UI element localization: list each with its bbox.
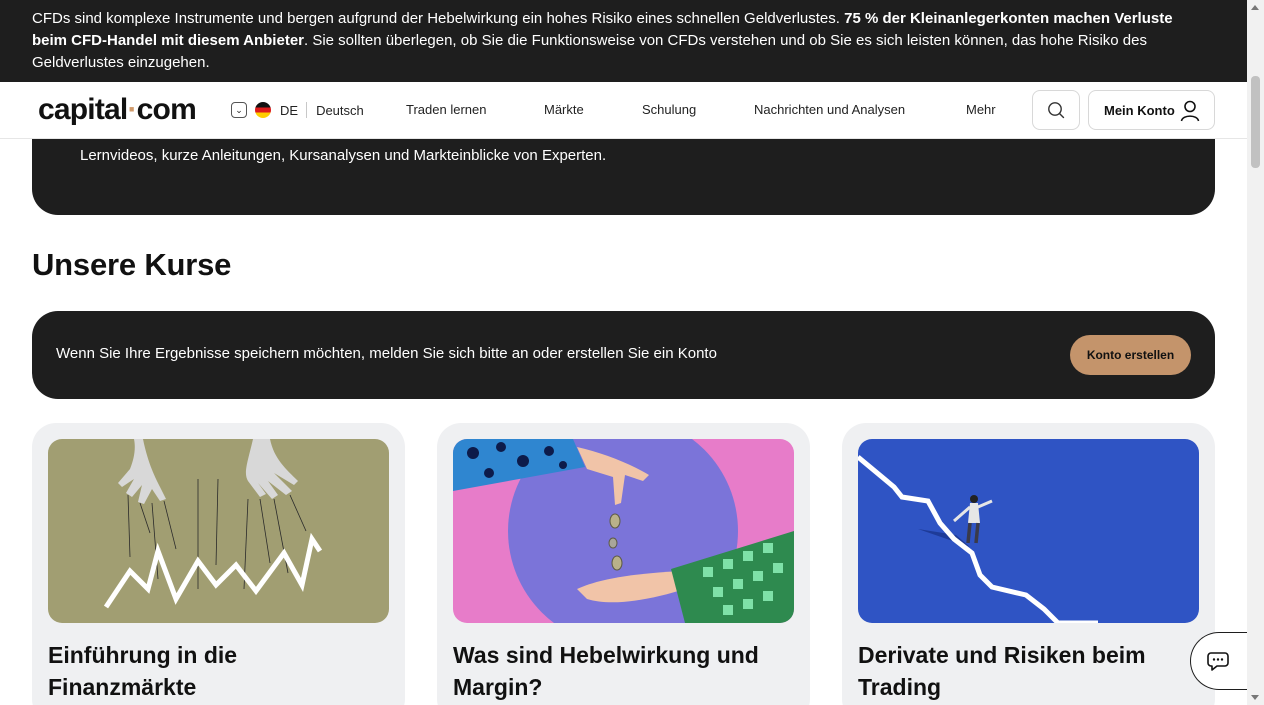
course-title-line: Trading bbox=[858, 674, 942, 700]
user-icon bbox=[1180, 100, 1200, 122]
capital-com-logo[interactable]: capital·com bbox=[38, 92, 197, 128]
nav-schulung[interactable]: Schulung bbox=[642, 102, 696, 117]
logo-dot: · bbox=[127, 93, 137, 126]
page-scrollbar[interactable] bbox=[1247, 0, 1264, 705]
nav-traden-lernen[interactable]: Traden lernen bbox=[406, 102, 486, 117]
course-title-line: Margin? bbox=[453, 674, 543, 700]
search-icon bbox=[1048, 102, 1065, 119]
logo-text-right: com bbox=[136, 93, 197, 126]
language-divider bbox=[306, 102, 308, 118]
hero-section: Lernvideos, kurze Anleitungen, Kursanaly… bbox=[32, 139, 1215, 215]
course-card[interactable]: Was sind Hebelwirkung und Margin? bbox=[437, 423, 810, 705]
my-account-button[interactable]: Mein Konto bbox=[1088, 90, 1215, 130]
language-selector[interactable]: ⌄ DE Deutsch bbox=[231, 101, 364, 119]
course-title-line: Einführung in die bbox=[48, 642, 238, 668]
my-account-label: Mein Konto bbox=[1104, 102, 1175, 118]
course-image-hands-coins[interactable] bbox=[453, 439, 794, 623]
section-title: Unsere Kurse bbox=[32, 247, 232, 282]
hero-description: Lernvideos, kurze Anleitungen, Kursanaly… bbox=[80, 147, 607, 164]
nav-maerkte[interactable]: Märkte bbox=[544, 102, 584, 117]
course-title[interactable]: Derivate und Risiken beim Trading bbox=[858, 639, 1198, 703]
nav-nachrichten-und-analysen[interactable]: Nachrichten und Analysen bbox=[754, 102, 905, 117]
course-title-line: Derivate und Risiken beim bbox=[858, 642, 1146, 668]
chevron-down-icon: ⌄ bbox=[231, 102, 247, 118]
search-button[interactable] bbox=[1032, 90, 1080, 130]
login-prompt-banner: Wenn Sie Ihre Ergebnisse speichern möcht… bbox=[32, 311, 1215, 399]
course-card[interactable]: Derivate und Risiken beim Trading bbox=[842, 423, 1215, 705]
course-card[interactable]: Einführung in die Finanzmärkte bbox=[32, 423, 405, 705]
login-prompt-text: Wenn Sie Ihre Ergebnisse speichern möcht… bbox=[56, 345, 717, 362]
course-image-balancing-person[interactable] bbox=[858, 439, 1199, 623]
create-account-button[interactable]: Konto erstellen bbox=[1070, 335, 1191, 375]
language-name: Deutsch bbox=[316, 102, 364, 118]
scroll-down-arrow-icon[interactable] bbox=[1251, 695, 1259, 700]
risk-text-start: CFDs sind komplexe Instrumente und berge… bbox=[32, 10, 845, 27]
site-header: capital·com ⌄ DE Deutsch Traden lernen M… bbox=[0, 82, 1247, 139]
scrollbar-thumb[interactable] bbox=[1251, 76, 1260, 168]
scroll-up-arrow-icon[interactable] bbox=[1251, 5, 1259, 10]
language-code: DE bbox=[280, 102, 299, 118]
chat-button[interactable] bbox=[1190, 632, 1248, 690]
course-title-line: Was sind Hebelwirkung und bbox=[453, 642, 759, 668]
nav-mehr[interactable]: Mehr bbox=[966, 102, 996, 117]
course-image-puppet-hands[interactable] bbox=[48, 439, 389, 623]
course-title[interactable]: Was sind Hebelwirkung und Margin? bbox=[453, 639, 793, 703]
course-title[interactable]: Einführung in die Finanzmärkte bbox=[48, 639, 388, 703]
logo-text-left: capital bbox=[38, 93, 128, 126]
chat-bubble-icon bbox=[1207, 652, 1229, 671]
germany-flag-icon bbox=[255, 102, 271, 118]
course-title-line: Finanzmärkte bbox=[48, 674, 197, 700]
risk-warning-banner: CFDs sind komplexe Instrumente und berge… bbox=[0, 0, 1247, 82]
